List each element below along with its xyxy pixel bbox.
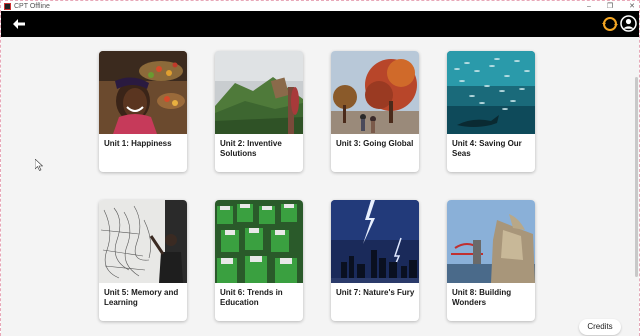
profile-button[interactable]	[620, 15, 637, 32]
close-button[interactable]: ✕	[629, 2, 635, 10]
unit-card-2[interactable]: Unit 2: Inventive Solutions	[215, 51, 303, 172]
maximize-button[interactable]: ❐	[607, 2, 613, 10]
minimize-button[interactable]: –	[587, 3, 591, 10]
lightning-city-photo	[331, 200, 419, 283]
unit-card-label: Unit 2: Inventive Solutions	[220, 139, 282, 158]
sync-button[interactable]	[601, 15, 619, 33]
unit-card-5[interactable]: Unit 5: Memory and Learning	[99, 200, 187, 321]
autumn-trees-street-photo	[331, 51, 419, 134]
vertical-scrollbar[interactable]	[635, 77, 638, 277]
unit-card-4[interactable]: Unit 4: Saving Our Seas	[447, 51, 535, 172]
top-navigation-bar	[1, 11, 639, 37]
window-titlebar: CPT Offline – ❐ ✕	[1, 1, 639, 11]
unit-card-7[interactable]: Unit 7: Nature's Fury	[331, 200, 419, 321]
students-vr-headsets-photo	[215, 200, 303, 283]
back-button[interactable]	[11, 16, 27, 32]
window-controls: – ❐ ✕	[587, 1, 635, 11]
mountain-sign-photo	[215, 51, 303, 134]
mouse-pointer-icon	[35, 159, 43, 171]
user-circle-icon	[620, 15, 637, 32]
unit-card-label: Unit 3: Going Global	[336, 139, 414, 148]
unit-card-label: Unit 4: Saving Our Seas	[452, 139, 522, 158]
arrow-left-icon	[13, 19, 25, 29]
app-icon	[4, 2, 11, 10]
smiling-woman-market-photo	[99, 51, 187, 134]
window-title: CPT Offline	[14, 2, 50, 10]
unit-card-label: Unit 5: Memory and Learning	[104, 288, 179, 307]
unit-card-label: Unit 7: Nature's Fury	[336, 288, 415, 297]
unit-card-8[interactable]: Unit 8: Building Wonders	[447, 200, 535, 321]
unit-card-3[interactable]: Unit 3: Going Global	[331, 51, 419, 172]
fish-school-photo	[447, 51, 535, 134]
unit-card-label: Unit 1: Happiness	[104, 139, 172, 148]
unit-card-label: Unit 6: Trends in Education	[220, 288, 283, 307]
units-grid	[1, 37, 639, 336]
unit-card-label: Unit 8: Building Wonders	[452, 288, 512, 307]
sync-icon	[602, 17, 618, 31]
credits-button[interactable]: Credits	[579, 319, 621, 335]
man-drawing-wall-photo	[99, 200, 187, 283]
unit-card-6[interactable]: Unit 6: Trends in Education	[215, 200, 303, 321]
modern-architecture-photo	[447, 200, 535, 283]
unit-card-1[interactable]: Unit 1: Happiness	[99, 51, 187, 172]
